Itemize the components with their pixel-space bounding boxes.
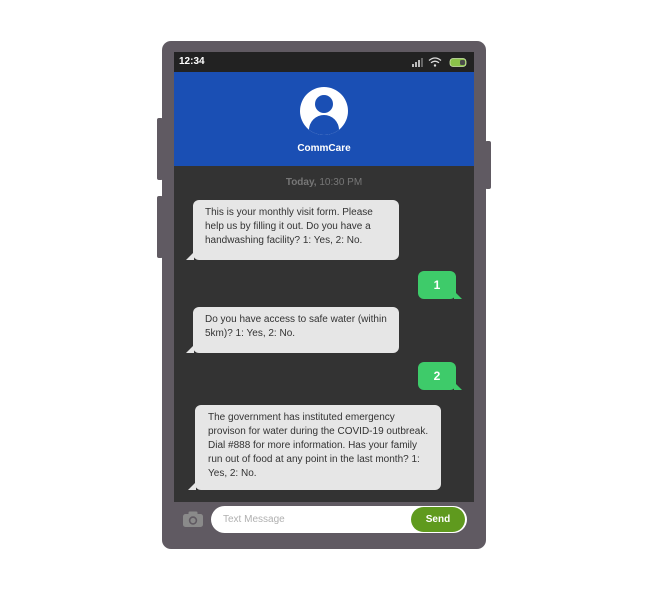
send-button[interactable]: Send — [411, 507, 465, 532]
conversation-timestamp: Today, 10:30 PM — [174, 177, 474, 188]
message-text: 1 — [433, 278, 441, 292]
message-input-placeholder: Text Message — [223, 514, 285, 525]
message-text: The government has instituted emergency … — [208, 412, 429, 479]
message-text: Do you have access to safe water (within… — [205, 314, 387, 339]
incoming-message[interactable]: This is your monthly visit form. Please … — [186, 200, 399, 260]
outgoing-message[interactable]: 1 — [418, 271, 462, 299]
chat-header: CommCare — [174, 72, 474, 166]
contact-name: CommCare — [297, 143, 351, 154]
message-text: This is your monthly visit form. Please … — [205, 207, 373, 246]
status-icons — [412, 57, 467, 67]
wifi-icon — [428, 57, 442, 67]
avatar-icon[interactable] — [300, 87, 348, 135]
battery-icon — [449, 58, 467, 67]
timestamp-time: 10:30 PM — [319, 177, 363, 188]
signal-icon — [412, 58, 423, 67]
camera-icon[interactable] — [182, 510, 204, 528]
outgoing-message[interactable]: 2 — [418, 362, 462, 390]
incoming-message[interactable]: The government has instituted emergency … — [188, 405, 441, 490]
message-text: 2 — [433, 369, 441, 383]
status-bar: 12:34 — [174, 52, 474, 72]
status-time: 12:34 — [179, 56, 205, 67]
phone-screen: 12:34 CommCare Today, 10:30 PM This is y… — [174, 52, 474, 502]
timestamp-day: Today, — [285, 177, 317, 188]
incoming-message[interactable]: Do you have access to safe water (within… — [186, 307, 399, 353]
